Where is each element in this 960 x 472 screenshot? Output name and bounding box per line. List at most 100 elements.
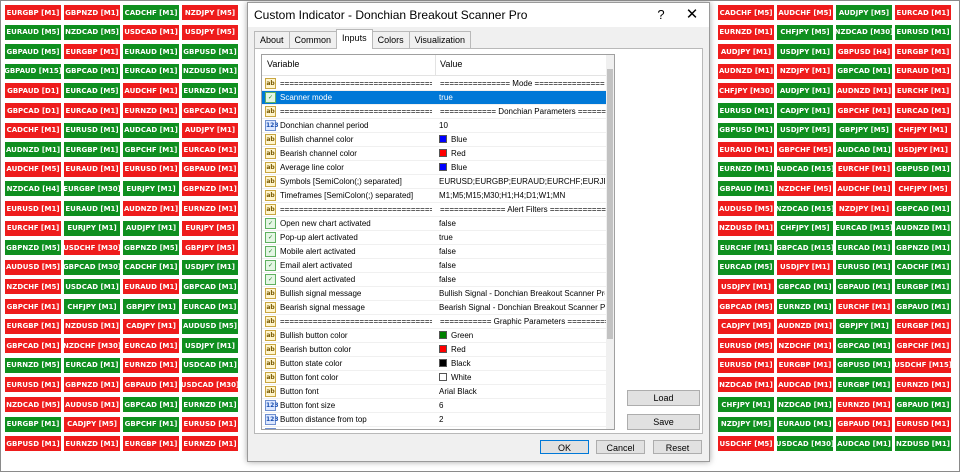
symbol-tile[interactable]: GBPAUD [D1] — [4, 82, 62, 100]
symbol-tile[interactable]: CADJPY [M1] — [776, 102, 834, 119]
symbol-tile[interactable]: CHFJPY [M5] — [894, 180, 952, 198]
symbol-tile[interactable]: CHFJPY [M1] — [894, 121, 952, 139]
symbol-tile[interactable]: USDJPY [M1] — [776, 43, 834, 61]
row-value[interactable]: 6 — [439, 401, 605, 410]
symbol-tile[interactable]: AUDCAD [M15] — [776, 160, 834, 178]
symbol-tile[interactable]: NZDCAD [M1] — [776, 396, 834, 413]
symbol-tile[interactable]: NZDCHF [M1] — [776, 337, 834, 355]
input-row[interactable]: ✓ Mobile alert activated false — [262, 245, 606, 259]
symbol-tile[interactable]: GBPNZD [M5] — [122, 239, 180, 257]
symbol-tile[interactable]: AUDJPY [M1] — [181, 121, 239, 139]
symbol-tile[interactable]: GBPNZD [M5] — [4, 239, 62, 257]
symbol-tile[interactable]: AUDNZD [M1] — [4, 141, 62, 159]
symbol-tile[interactable]: EURAUD [M1] — [63, 160, 121, 178]
column-divider[interactable] — [435, 55, 436, 75]
row-value[interactable]: false — [439, 219, 605, 228]
symbol-tile[interactable]: CHFJPY [M5] — [776, 219, 834, 237]
input-row[interactable]: 123 Button distance from top 2 — [262, 413, 606, 427]
symbol-tile[interactable]: AUDJPY [M1] — [717, 43, 775, 61]
grid-vertical-scrollbar[interactable] — [606, 55, 614, 429]
symbol-tile[interactable]: AUDNZD [M1] — [717, 62, 775, 80]
symbol-tile[interactable]: GBPCHF [M1] — [4, 298, 62, 315]
symbol-tile[interactable]: EURAUD [M5] — [4, 23, 62, 41]
symbol-tile[interactable]: NZDCHF [M5] — [4, 278, 62, 296]
symbol-tile[interactable]: GBPNZD [M1] — [63, 4, 121, 21]
symbol-tile[interactable]: AUDUSD [M5] — [181, 317, 239, 335]
symbol-tile[interactable]: AUDJPY [M1] — [122, 219, 180, 237]
row-value[interactable]: 10 — [439, 121, 605, 130]
symbol-tile[interactable]: NZDJPY [M5] — [717, 415, 775, 433]
grid-separator-row[interactable]: ab ================================== ====… — [262, 315, 606, 329]
grid-separator-row[interactable]: ab ================================== ====… — [262, 77, 606, 91]
symbol-tile[interactable]: CADCHF [M1] — [4, 121, 62, 139]
symbol-tile[interactable]: GBPNZD [M1] — [894, 239, 952, 257]
symbol-tile[interactable]: EURUSD [M5] — [717, 337, 775, 355]
symbol-tile[interactable]: AUDNZD [M1] — [122, 200, 180, 217]
row-value[interactable]: true — [439, 93, 605, 102]
symbol-tile[interactable]: EURGBP [M1] — [894, 317, 952, 335]
symbol-tile[interactable]: NZDCAD [M5] — [63, 23, 121, 41]
symbol-tile[interactable]: NZDUSD [M1] — [181, 62, 239, 80]
symbol-tile[interactable]: GBPJPY [M5] — [835, 121, 893, 139]
symbol-tile[interactable]: EURNZD [M1] — [181, 396, 239, 413]
symbol-tile[interactable]: GBPCAD [M1] — [776, 278, 834, 296]
help-button[interactable]: ? — [650, 5, 672, 25]
symbol-tile[interactable]: CADJPY [M5] — [717, 317, 775, 335]
symbol-tile[interactable]: AUDCAD [M1] — [122, 121, 180, 139]
symbol-tile[interactable]: AUDCAD [M1] — [835, 141, 893, 159]
symbol-tile[interactable]: GBPCAD [M5] — [717, 298, 775, 315]
symbol-tile[interactable]: NZDCAD [M30] — [835, 23, 893, 41]
close-button[interactable]: ✕ — [680, 5, 704, 25]
input-row[interactable]: ab Symbols [SemiColon(;) separated] EURUSD… — [262, 175, 606, 189]
symbol-tile[interactable]: NZDJPY [M1] — [776, 62, 834, 80]
symbol-tile[interactable]: USDJPY [M1] — [717, 278, 775, 296]
load-button[interactable]: Load — [627, 390, 700, 406]
row-value[interactable]: true — [439, 233, 605, 242]
symbol-tile[interactable]: EURCAD [M1] — [181, 298, 239, 315]
symbol-tile[interactable]: USDCHF [M5] — [717, 435, 775, 453]
symbol-tile[interactable]: EURCAD [M1] — [122, 62, 180, 80]
row-value[interactable]: M1;M5;M15;M30;H1;H4;D1;W1;MN — [439, 191, 605, 200]
symbol-tile[interactable]: USDCHF [M30] — [63, 239, 121, 257]
input-row[interactable]: ✓ Pop-up alert activated true — [262, 231, 606, 245]
ok-button[interactable]: OK — [540, 440, 589, 454]
symbol-tile[interactable]: EURGBP [M1] — [63, 141, 121, 159]
input-row[interactable]: ab Average line color Blue — [262, 161, 606, 175]
symbol-tile[interactable]: GBPCAD [M1] — [894, 200, 952, 217]
symbol-tile[interactable]: EURAUD [M1] — [122, 43, 180, 61]
symbol-tile[interactable]: GBPCHF [M1] — [122, 141, 180, 159]
input-row[interactable]: ab Bullish signal message Bullish Signal -… — [262, 287, 606, 301]
symbol-tile[interactable]: AUDCAD [M1] — [776, 376, 834, 394]
symbol-tile[interactable]: GBPCHF [M1] — [835, 102, 893, 119]
symbol-tile[interactable]: AUDJPY [M1] — [776, 82, 834, 100]
symbol-tile[interactable]: EURUSD [M1] — [4, 376, 62, 394]
row-value[interactable]: EURUSD;EURGBP;EURAUD;EURCHF;EURJP... — [439, 177, 605, 186]
tab-visualization[interactable]: Visualization — [408, 31, 471, 49]
symbol-tile[interactable]: EURNZD [M1] — [894, 376, 952, 394]
symbol-tile[interactable]: EURGBP [M1] — [776, 356, 834, 374]
column-header-value[interactable]: Value — [440, 59, 462, 69]
symbol-tile[interactable]: GBPAUD [M1] — [835, 415, 893, 433]
input-row[interactable]: ab Bearish button color Red — [262, 343, 606, 357]
symbol-tile[interactable]: EURNZD [M5] — [4, 356, 62, 374]
symbol-tile[interactable]: GBPCAD [D1] — [4, 102, 62, 119]
input-row[interactable]: ab Timeframes [SemiColon(;) separated] M1;… — [262, 189, 606, 203]
symbol-tile[interactable]: EURNZD [M1] — [717, 23, 775, 41]
symbol-tile[interactable]: EURCHF [M1] — [4, 219, 62, 237]
input-row[interactable]: ab Bullish button color Green — [262, 329, 606, 343]
symbol-tile[interactable]: USDJPY [M5] — [776, 121, 834, 139]
input-row[interactable]: ✓ Open new chart activated false — [262, 217, 606, 231]
symbol-tile[interactable]: GBPCAD [M1] — [63, 62, 121, 80]
input-row[interactable]: ✓ Sound alert activated false — [262, 273, 606, 287]
symbol-tile[interactable]: USDCAD [M30] — [776, 435, 834, 453]
symbol-tile[interactable]: USDJPY [M1] — [181, 258, 239, 276]
symbol-tile[interactable]: CADJPY [M5] — [63, 415, 121, 433]
symbol-tile[interactable]: CHFJPY [M5] — [776, 23, 834, 41]
symbol-tile[interactable]: NZDCAD [H4] — [4, 180, 62, 198]
symbol-tile[interactable]: AUDCHF [M1] — [122, 82, 180, 100]
symbol-tile[interactable]: EURAUD [M1] — [894, 62, 952, 80]
symbol-tile[interactable]: NZDCHF [M30] — [63, 337, 121, 355]
row-value[interactable]: ============== Alert Filters ===========… — [440, 205, 606, 214]
symbol-tile[interactable]: USDJPY [M5] — [181, 23, 239, 41]
input-row[interactable]: ab Bearish signal message Bearish Signal -… — [262, 301, 606, 315]
